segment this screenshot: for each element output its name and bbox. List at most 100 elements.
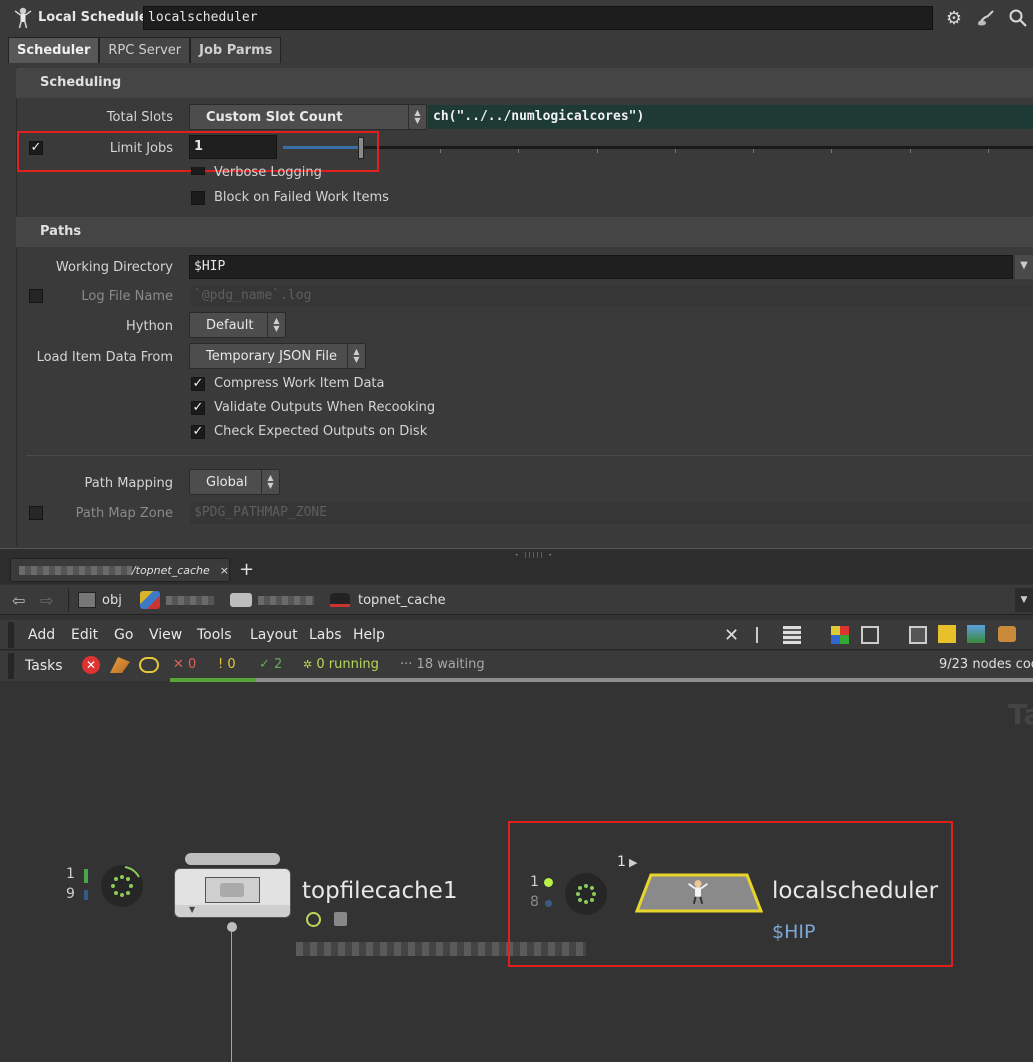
load-item-dropdown[interactable]: Temporary JSON File ▲ ▼ [189, 343, 366, 369]
drive-icon [220, 883, 244, 897]
network-menu-bar: Add Edit Go View Tools Layout Labs Help … [0, 620, 1033, 650]
scheduler-status-dot-green [544, 878, 553, 887]
working-dir-input[interactable]: $HIP [189, 255, 1013, 279]
filecache-count-top: 1 [66, 866, 75, 882]
menu-layout[interactable]: Layout [250, 627, 298, 643]
tasks-label: Tasks [25, 658, 63, 674]
close-tab-icon[interactable]: × [220, 564, 229, 577]
slider-tick [831, 149, 832, 153]
network-editor[interactable]: Ta 1 9 ▼ topfilecache1 1 ▶ 1 8 localsche… [0, 682, 1033, 1062]
list-icon[interactable] [783, 626, 801, 644]
local-scheduler-node-icon [685, 877, 711, 911]
hython-value: Default [206, 317, 254, 333]
pane-splitter[interactable]: • ||||| • [0, 548, 1033, 559]
block-failed-label: Block on Failed Work Items [214, 190, 389, 205]
warning-count[interactable]: ! 0 [218, 657, 236, 672]
waiting-status[interactable]: ··· 18 waiting [400, 657, 485, 672]
scheduler-spinner-icon[interactable] [565, 873, 607, 915]
hython-label: Hython [126, 319, 173, 334]
play-arrow-icon[interactable]: ▶ [629, 856, 637, 869]
file-cache-icon [205, 877, 260, 903]
menu-help[interactable]: Help [353, 627, 385, 643]
tab-scheduler[interactable]: Scheduler [8, 37, 100, 63]
filecache-input-connector[interactable] [185, 853, 280, 865]
total-slots-expression[interactable]: ch("../../numlogicalcores") [428, 105, 1033, 129]
cook-output-icon[interactable] [110, 657, 130, 673]
color-palette-icon[interactable] [831, 626, 849, 644]
breadcrumb-current-label: topnet_cache [358, 592, 446, 608]
search-icon[interactable] [1007, 7, 1029, 29]
help-brush-icon[interactable] [975, 7, 997, 29]
done-count[interactable]: ✓ 2 [259, 657, 282, 672]
file-chooser-arrow-icon[interactable]: ▼ [1015, 255, 1033, 279]
updown-arrows-icon: ▲ ▼ [267, 313, 285, 337]
network-box-icon[interactable] [909, 626, 927, 644]
hython-dropdown[interactable]: Default ▲ ▼ [189, 312, 286, 338]
background-image-icon[interactable] [967, 625, 985, 643]
block-failed-checkbox[interactable] [191, 191, 205, 205]
clock-icon[interactable] [306, 912, 321, 927]
log-file-label: Log File Name [81, 289, 173, 304]
breadcrumb-geo[interactable] [140, 588, 214, 612]
obj-network-icon [78, 592, 96, 608]
localscheduler-node[interactable] [634, 873, 764, 913]
working-dir-label: Working Directory [55, 260, 173, 275]
nodes-cooked-status: 9/23 nodes coo [939, 657, 1033, 672]
network-tab-bar: /topnet_cache × + [0, 558, 1033, 584]
menu-edit[interactable]: Edit [71, 627, 98, 643]
path-mapping-dropdown[interactable]: Global ▲ ▼ [189, 469, 280, 495]
path-dropdown-arrow-icon[interactable]: ▼ [1015, 588, 1033, 612]
node-flags-bar[interactable]: ▼ [175, 905, 290, 917]
slider-tick [910, 149, 911, 153]
limit-jobs-slider-track[interactable] [283, 146, 1033, 149]
menu-tools[interactable]: Tools [197, 627, 232, 643]
filecache-status-bar-blue [84, 890, 88, 900]
breadcrumb-fileop[interactable] [230, 588, 314, 612]
total-slots-dropdown[interactable]: Custom Slot Count ▲ ▼ [189, 104, 427, 130]
tab-job-parms[interactable]: Job Parms [190, 37, 282, 63]
check-expected-checkbox[interactable]: ✓ [191, 425, 205, 439]
validate-checkbox[interactable]: ✓ [191, 401, 205, 415]
add-tab-icon[interactable]: + [239, 559, 254, 580]
slider-tick [753, 149, 754, 153]
path-mapping-label: Path Mapping [84, 476, 173, 491]
tab-rpc-server[interactable]: RPC Server [99, 37, 191, 63]
compress-checkbox[interactable]: ✓ [191, 377, 205, 391]
load-item-value: Temporary JSON File [206, 348, 338, 364]
dirty-icon[interactable] [139, 657, 159, 673]
tree-icon[interactable] [756, 627, 770, 643]
wire[interactable] [231, 932, 232, 1062]
breadcrumb-obj[interactable]: obj [78, 588, 122, 612]
filecache-spinner-icon[interactable] [101, 865, 143, 907]
shape-palette-icon[interactable] [861, 626, 879, 644]
topfilecache1-node[interactable]: ▼ [174, 868, 291, 918]
sticky-note-icon[interactable] [938, 625, 956, 643]
log-file-input[interactable]: `@pdg_name`.log [189, 284, 1033, 308]
section-scheduling[interactable]: Scheduling [16, 68, 1033, 98]
back-arrow-icon[interactable]: ⇦ [12, 591, 25, 610]
node-name-input[interactable]: localscheduler [143, 6, 933, 30]
menu-add[interactable]: Add [28, 627, 55, 643]
filecache-output-connector[interactable] [227, 922, 237, 932]
section-paths[interactable]: Paths [16, 217, 1033, 247]
scheduler-count-bottom: 8 [530, 894, 539, 910]
lock-icon[interactable] [334, 912, 347, 926]
cancel-cook-icon[interactable]: ✕ [82, 656, 100, 674]
forward-arrow-icon[interactable]: ⇨ [40, 591, 53, 610]
menu-labs[interactable]: Labs [309, 627, 342, 643]
gear-icon[interactable]: ⚙ [943, 7, 965, 29]
running-status[interactable]: ✲ 0 running [303, 657, 379, 672]
verbose-logging-checkbox[interactable] [191, 167, 205, 175]
menu-view[interactable]: View [149, 627, 182, 643]
path-map-zone-input[interactable]: $PDG_PATHMAP_ZONE [189, 501, 1033, 525]
pane-grip[interactable] [8, 653, 14, 679]
network-path-tab[interactable]: /topnet_cache × [10, 558, 230, 582]
tools-icon[interactable]: ✕ [724, 625, 739, 646]
breadcrumb-topnet[interactable]: topnet_cache [330, 588, 446, 612]
geo-node-icon [140, 591, 160, 609]
asset-icon[interactable] [998, 626, 1016, 642]
menu-go[interactable]: Go [114, 627, 133, 643]
pane-grip[interactable] [8, 622, 14, 648]
topfilecache1-label: topfilecache1 [302, 878, 458, 904]
failed-count[interactable]: ✕ 0 [173, 657, 196, 672]
